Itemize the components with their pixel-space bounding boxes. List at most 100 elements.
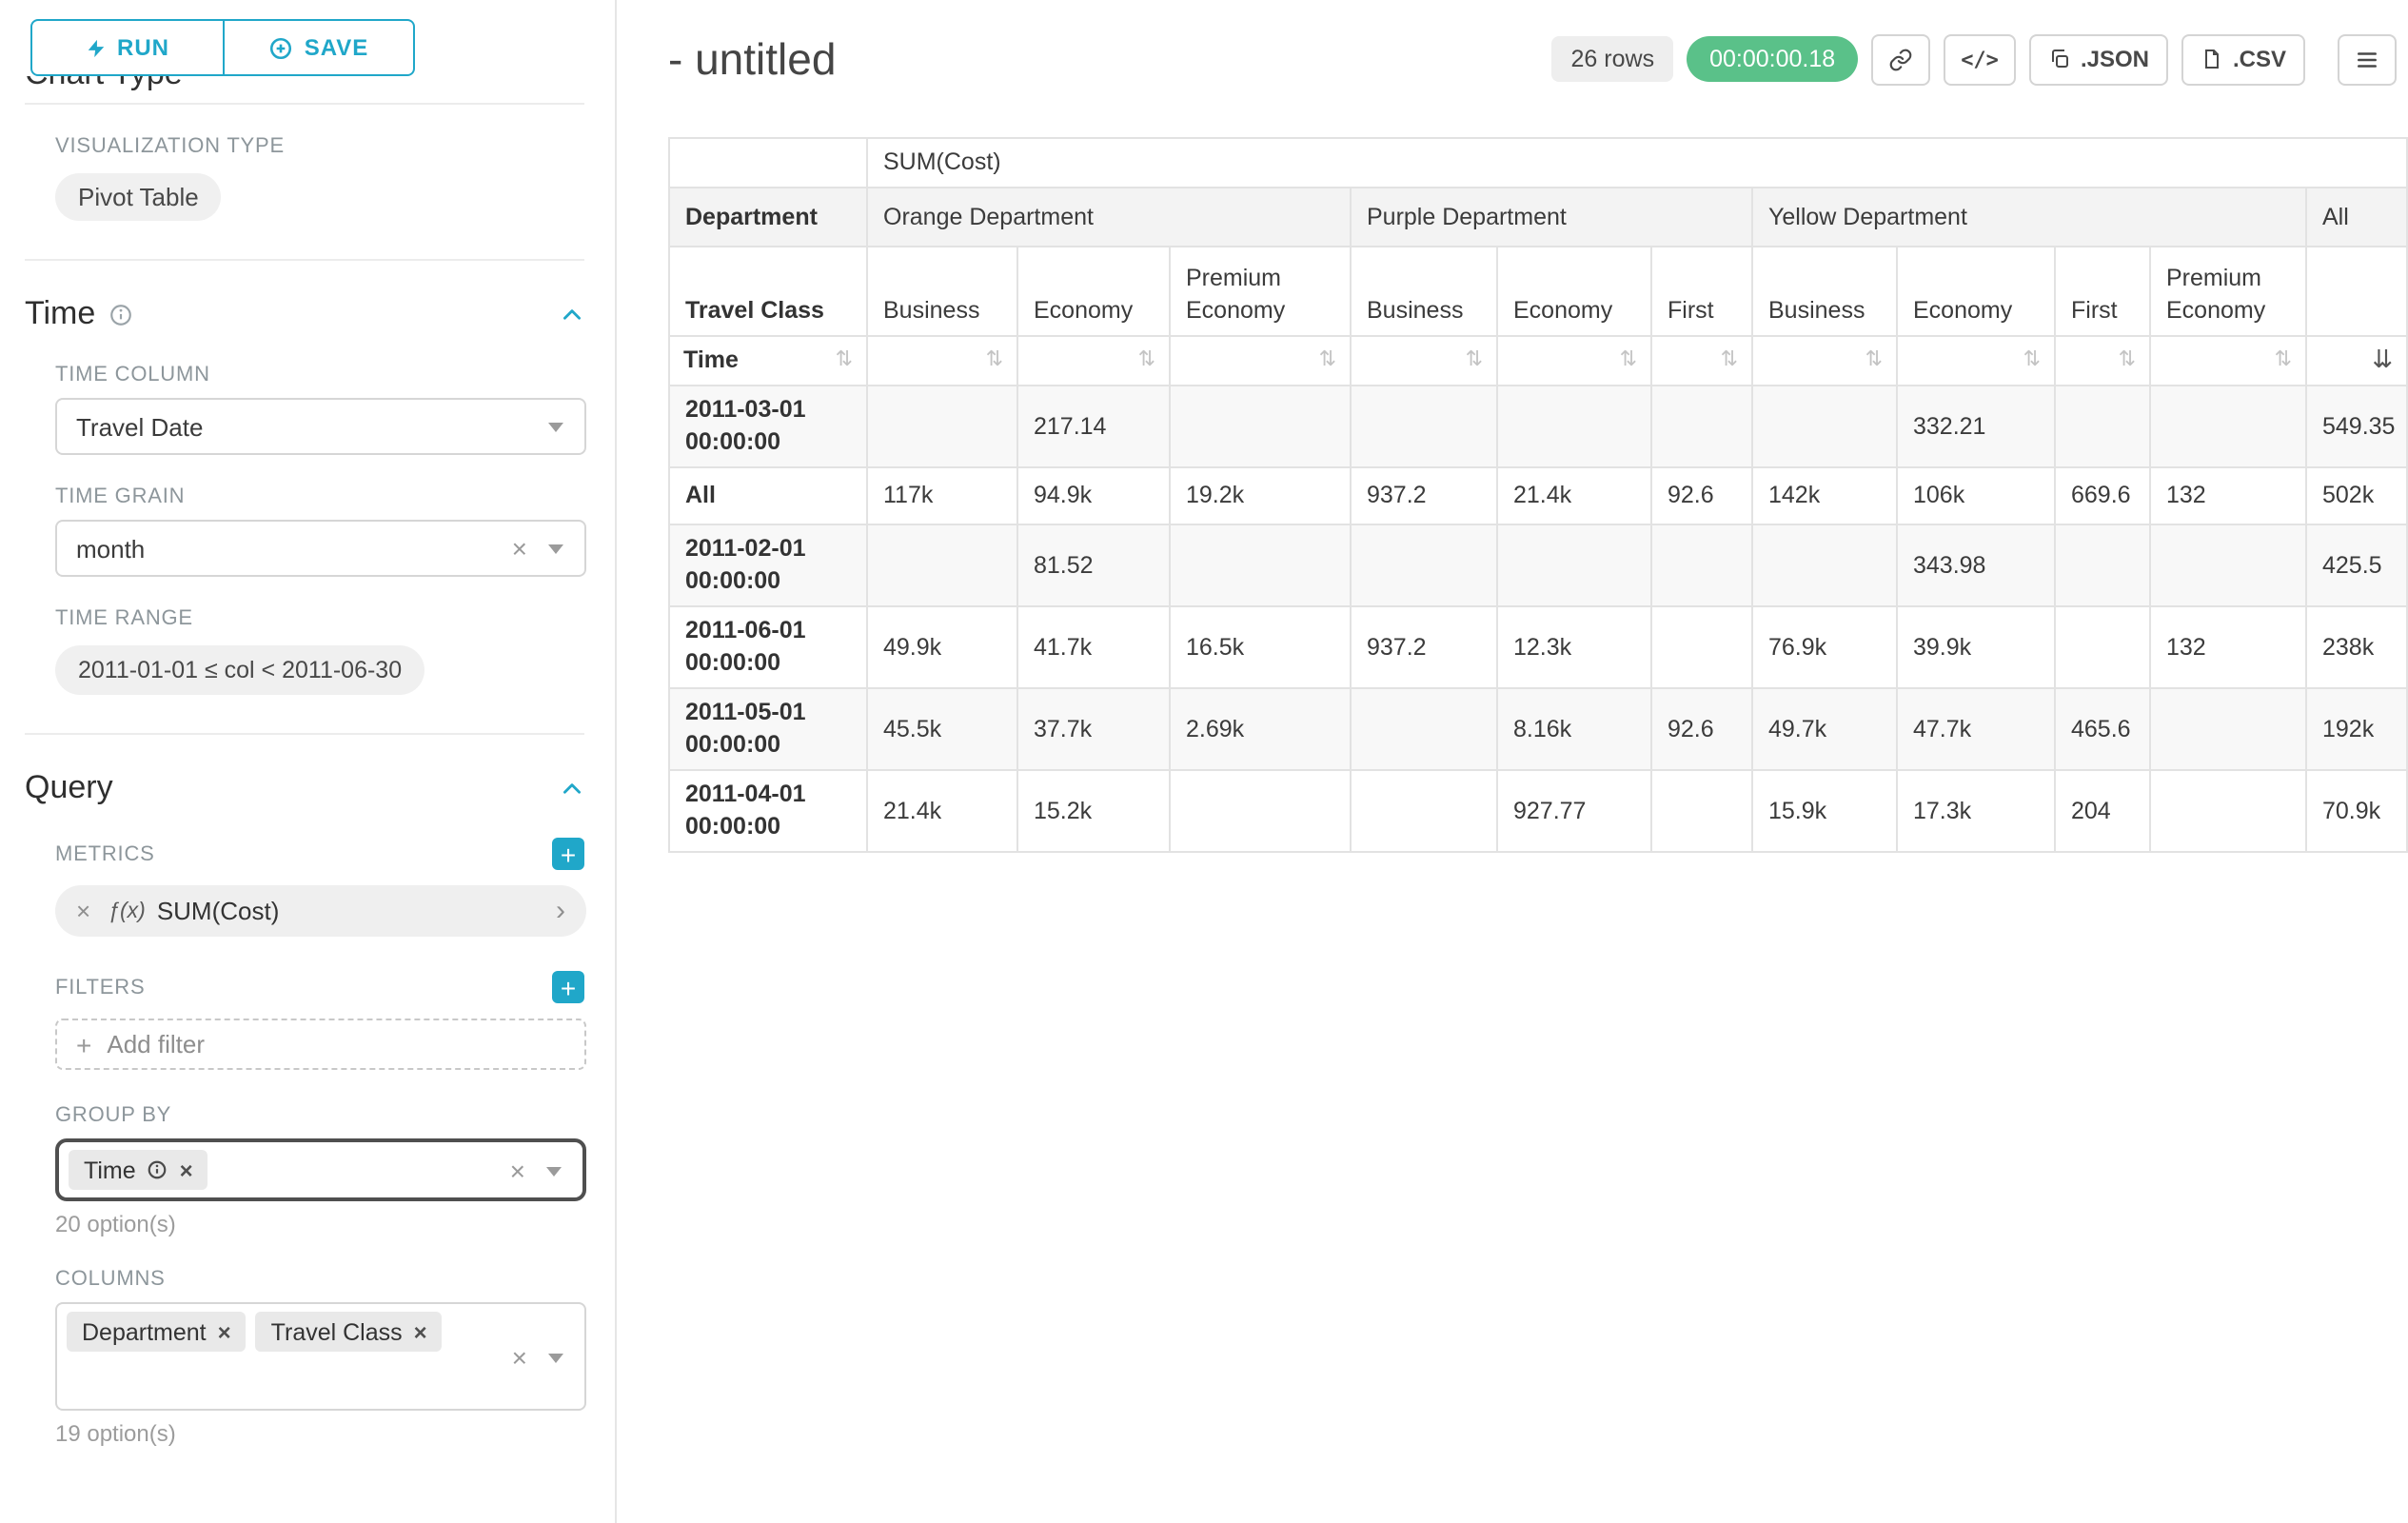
sort-icon[interactable]: ⇅ (2023, 346, 2041, 375)
viz-type-pill[interactable]: Pivot Table (55, 173, 222, 221)
pivot-cell: 927.77 (1497, 770, 1651, 852)
row-label: 2011-04-01 00:00:00 (669, 770, 867, 852)
save-button[interactable]: SAVE (224, 19, 415, 76)
control-panel: RUN SAVE Chart Type VISUALIZATION TYPE P… (0, 0, 617, 1523)
pivot-cell: 502k (2306, 467, 2407, 524)
group-by-select[interactable]: Time × × (55, 1138, 586, 1201)
metrics-label: METRICS (55, 842, 155, 865)
sort-cell[interactable]: ⇅ (1497, 336, 1651, 386)
sort-icon[interactable]: ⇅ (836, 346, 853, 375)
embed-code-button[interactable]: </> (1944, 33, 2016, 85)
copy-link-button[interactable] (1871, 33, 1930, 85)
pivot-cell (1651, 606, 1752, 688)
pivot-cell: 92.6 (1651, 688, 1752, 770)
pivot-row: 2011-02-01 00:00:00 81.52 343.98 425.5 (669, 524, 2407, 606)
caret-down-icon (548, 1353, 563, 1362)
col-header: First (1651, 247, 1752, 336)
metrics-label-row: METRICS + (55, 838, 584, 870)
chart-header: - untitled 26 rows 00:00:00.18 </> .JSON… (668, 27, 2397, 91)
pivot-cell: 76.9k (1752, 606, 1897, 688)
remove-chip-icon[interactable]: × (180, 1157, 193, 1183)
clear-icon[interactable]: × (510, 1157, 525, 1183)
sort-icon[interactable]: ⇅ (2275, 346, 2292, 375)
sort-cell[interactable]: ⇅ (1017, 336, 1170, 386)
time-column-value: Travel Date (76, 412, 203, 441)
pivot-cell: 106k (1897, 467, 2055, 524)
sort-cell[interactable]: ⇅ (1651, 336, 1752, 386)
sort-desc-icon[interactable]: ⇊ (2372, 344, 2393, 377)
add-filter-button[interactable]: + Add filter (55, 1019, 586, 1070)
time-column-select[interactable]: Travel Date (55, 398, 586, 455)
row-label: 2011-02-01 00:00:00 (669, 524, 867, 606)
time-grain-label: TIME GRAIN (55, 485, 584, 508)
pivot-cell: 39.9k (1897, 606, 2055, 688)
more-options-button[interactable] (2338, 33, 2397, 85)
export-csv-button[interactable]: .CSV (2181, 33, 2305, 85)
remove-metric-icon[interactable]: × (76, 897, 90, 925)
sort-icon[interactable]: ⇅ (2119, 346, 2136, 375)
sort-cell[interactable]: ⇅ (2150, 336, 2306, 386)
pivot-cell: 21.4k (1497, 467, 1651, 524)
pivot-cell: 332.21 (1897, 386, 2055, 467)
row-count-badge: 26 rows (1552, 36, 1674, 82)
sort-icon[interactable]: ⇅ (1319, 346, 1336, 375)
pivot-cell (1752, 386, 1897, 467)
collapse-icon-fragment (558, 76, 584, 95)
sort-cell[interactable]: ⇅ (1897, 336, 2055, 386)
run-button[interactable]: RUN (30, 19, 224, 76)
sort-cell[interactable]: ⇅ (867, 336, 1017, 386)
time-section-header[interactable]: Time (25, 295, 584, 333)
chevron-up-icon[interactable] (560, 302, 584, 326)
chip-label: Travel Class (271, 1318, 403, 1345)
pivot-cell (1651, 524, 1752, 606)
sort-icon[interactable]: ⇅ (986, 346, 1003, 375)
sort-cell[interactable]: ⇊ (2306, 336, 2407, 386)
remove-chip-icon[interactable]: × (414, 1318, 427, 1345)
pivot-row: All 117k 94.9k 19.2k 937.2 21.4k 92.6 14… (669, 467, 2407, 524)
time-grain-select[interactable]: month × (55, 520, 586, 577)
add-metric-button[interactable]: + (552, 838, 584, 870)
caret-down-icon (548, 423, 563, 432)
code-icon: </> (1961, 47, 1999, 71)
columns-select[interactable]: Department × Travel Class × × (55, 1302, 586, 1411)
pivot-cell: 549.35 (2306, 386, 2407, 467)
pivot-cell: 15.2k (1017, 770, 1170, 852)
sort-cell[interactable]: ⇅ (1351, 336, 1497, 386)
sort-icon[interactable]: ⇅ (1466, 346, 1483, 375)
export-json-button[interactable]: .JSON (2029, 33, 2168, 85)
pivot-cell (2055, 524, 2150, 606)
clear-icon[interactable]: × (512, 535, 527, 562)
sort-icon[interactable]: ⇅ (1620, 346, 1637, 375)
time-range-label: TIME RANGE (55, 607, 584, 630)
explore-page: RUN SAVE Chart Type VISUALIZATION TYPE P… (0, 0, 2408, 1523)
pivot-cell (1170, 770, 1351, 852)
pivot-cell: 94.9k (1017, 467, 1170, 524)
sort-cell[interactable]: ⇅ (1170, 336, 1351, 386)
sort-icon[interactable]: ⇅ (1138, 346, 1155, 375)
menu-icon (2355, 47, 2379, 71)
remove-chip-icon[interactable]: × (218, 1318, 231, 1345)
metric-item[interactable]: × ƒ(x) SUM(Cost) › (55, 885, 586, 937)
time-range-pill[interactable]: 2011-01-01 ≤ col < 2011-06-30 (55, 645, 424, 695)
pivot-cell: 465.6 (2055, 688, 2150, 770)
chart-title[interactable]: - untitled (668, 33, 1552, 85)
query-section-header[interactable]: Query (25, 769, 584, 807)
filters-label: FILTERS (55, 976, 145, 999)
group-by-chip-time[interactable]: Time × (69, 1150, 208, 1190)
columns-chip-travel-class[interactable]: Travel Class × (256, 1312, 443, 1352)
add-filter-plus-button[interactable]: + (552, 971, 584, 1003)
pivot-cell: 238k (2306, 606, 2407, 688)
clear-icon[interactable]: × (512, 1343, 527, 1370)
columns-chip-department[interactable]: Department × (67, 1312, 247, 1352)
time-sort-header[interactable]: Time ⇅ (669, 336, 867, 386)
chevron-up-icon[interactable] (560, 776, 584, 801)
sort-cell[interactable]: ⇅ (2055, 336, 2150, 386)
sort-icon[interactable]: ⇅ (1721, 346, 1738, 375)
pivot-row: 2011-03-01 00:00:00 217.14 332.21 549.35 (669, 386, 2407, 467)
pivot-cell (1752, 524, 1897, 606)
pivot-cell: 343.98 (1897, 524, 2055, 606)
sort-cell[interactable]: ⇅ (1752, 336, 1897, 386)
sort-icon[interactable]: ⇅ (1865, 346, 1883, 375)
department-header-row: Department Orange Department Purple Depa… (669, 188, 2407, 247)
pivot-cell (1170, 524, 1351, 606)
